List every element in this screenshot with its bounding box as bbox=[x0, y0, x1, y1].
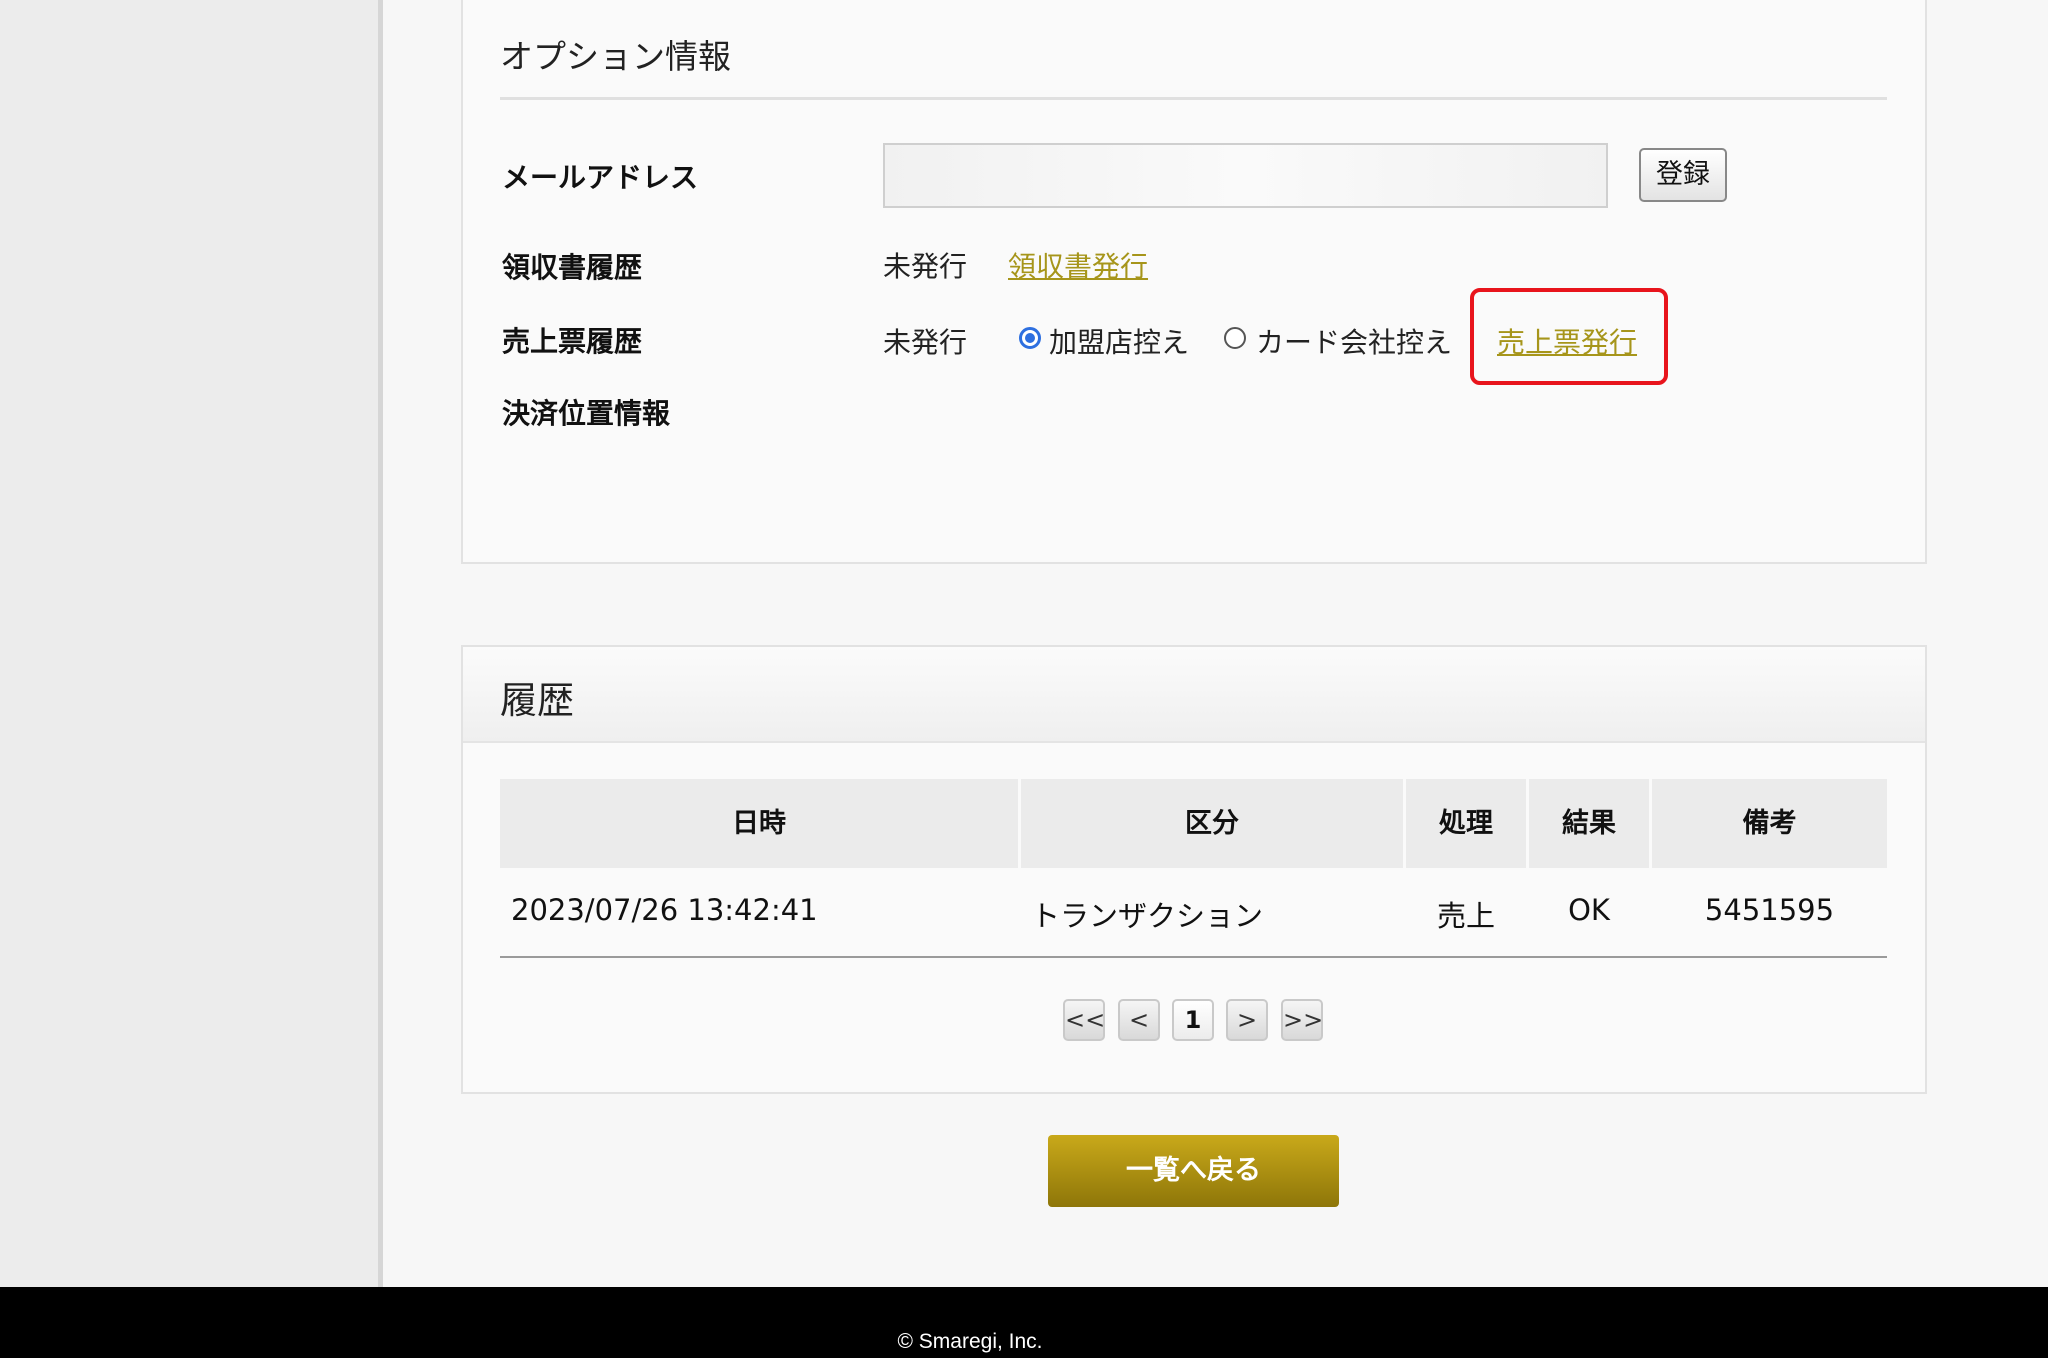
cell-process: 売上 bbox=[1436, 899, 1495, 933]
section-divider bbox=[500, 97, 1887, 100]
footer-copyright: © Smaregi, Inc. bbox=[897, 1330, 1043, 1353]
column-header-category: 区分 bbox=[1021, 779, 1403, 868]
merchant-copy-label[interactable]: 加盟店控え bbox=[1049, 321, 1189, 361]
email-label: メールアドレス bbox=[502, 161, 699, 194]
highlight-annotation-box bbox=[1470, 288, 1668, 385]
cell-result: OK bbox=[1568, 893, 1610, 927]
payment-location-label: 決済位置情報 bbox=[502, 397, 671, 430]
card-company-copy-label[interactable]: カード会社控え bbox=[1256, 321, 1452, 361]
pager-first-button[interactable]: << bbox=[1063, 999, 1105, 1041]
sales-slip-status: 未発行 bbox=[883, 326, 968, 359]
column-header-process: 処理 bbox=[1406, 779, 1526, 868]
history-title: 履歴 bbox=[500, 679, 574, 722]
merchant-copy-radio[interactable] bbox=[1019, 327, 1041, 349]
pager-last-button[interactable]: >> bbox=[1281, 999, 1323, 1041]
receipt-status: 未発行 bbox=[883, 250, 968, 283]
table-bottom-rule bbox=[500, 956, 1887, 958]
issue-receipt-link[interactable]: 領収書発行 bbox=[1008, 245, 1148, 285]
pager-prev-button[interactable]: < bbox=[1118, 999, 1160, 1041]
options-section-title: オプション情報 bbox=[500, 37, 731, 76]
cell-category: トランザクション bbox=[1031, 899, 1264, 933]
pager-current-page[interactable]: 1 bbox=[1172, 999, 1214, 1041]
sales-slip-history-label: 売上票履歴 bbox=[502, 325, 643, 358]
email-field[interactable] bbox=[883, 143, 1608, 208]
pager-next-button[interactable]: > bbox=[1226, 999, 1268, 1041]
card-company-copy-radio[interactable] bbox=[1224, 327, 1246, 349]
receipt-history-label: 領収書履歴 bbox=[502, 251, 643, 284]
column-header-note: 備考 bbox=[1652, 779, 1887, 868]
cell-note: 5451595 bbox=[1704, 893, 1835, 927]
column-header-datetime: 日時 bbox=[500, 779, 1018, 868]
back-to-list-button[interactable]: 一覧へ戻る bbox=[1048, 1135, 1339, 1207]
column-header-result: 結果 bbox=[1529, 779, 1649, 868]
register-button[interactable]: 登録 bbox=[1639, 148, 1727, 202]
left-sidebar bbox=[0, 0, 383, 1287]
cell-datetime: 2023/07/26 13:42:41 bbox=[511, 893, 818, 927]
history-header bbox=[463, 647, 1925, 743]
options-panel bbox=[461, 0, 1927, 564]
